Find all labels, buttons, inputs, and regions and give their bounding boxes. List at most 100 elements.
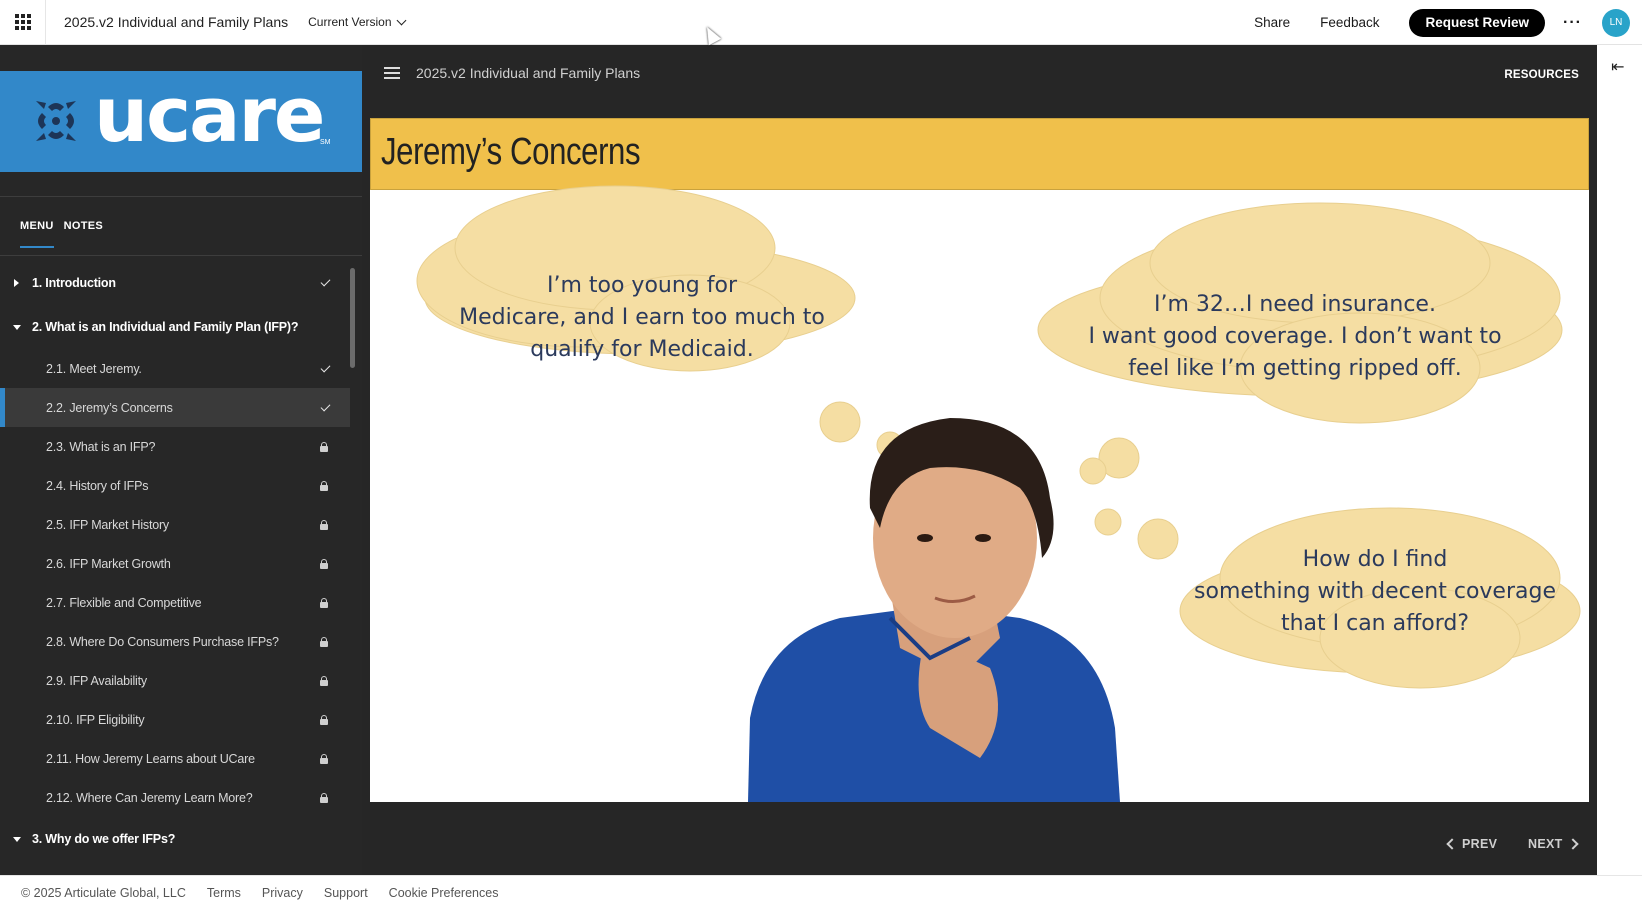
privacy-link[interactable]: Privacy [262, 886, 303, 900]
bubble-3-line-3: that I can afford? [1280, 611, 1470, 636]
man-thinking-illustration [748, 418, 1120, 802]
sidebar-item-ifp-market-history[interactable]: 2.5. IFP Market History [0, 505, 350, 544]
sidebar-item-what-is-an-ifp[interactable]: 2.3. What is an IFP? [0, 427, 350, 466]
menu-icon[interactable] [384, 67, 400, 82]
lock-icon [320, 753, 328, 764]
sidebar-item-meet-jeremy[interactable]: 2.1. Meet Jeremy. [0, 349, 350, 388]
divider [0, 255, 362, 256]
sidebar-item-jeremys-concerns[interactable]: 2.2. Jeremy’s Concerns [0, 388, 350, 427]
logo-wordmark: ucare [94, 70, 325, 159]
resources-button[interactable]: RESOURCES [1504, 69, 1579, 81]
feedback-button[interactable]: Feedback [1320, 15, 1379, 30]
sidebar-item-flexible-and-competitive[interactable]: 2.7. Flexible and Competitive [0, 583, 350, 622]
lock-icon [320, 480, 328, 491]
collapse-panel-icon[interactable]: ⇤ [1611, 57, 1624, 77]
sidebar-item-label: 2.6. IFP Market Growth [46, 556, 171, 571]
avatar[interactable]: LN [1602, 8, 1630, 37]
lock-icon [320, 597, 328, 608]
sidebar-item-introduction[interactable]: 1. Introduction [0, 261, 350, 305]
bubble-3-line-2: something with decent coverage [1194, 579, 1556, 604]
ucare-logo-mark-icon [36, 101, 76, 141]
tab-menu[interactable]: MENU [20, 220, 54, 248]
side-panel: ⇤ [1597, 45, 1642, 875]
sidebar-item-label: 2.11. How Jeremy Learns about UCare [46, 751, 255, 766]
sidebar-item-label: 2.9. IFP Availability [46, 673, 147, 688]
sidebar-item-label: 2.8. Where Do Consumers Purchase IFPs? [46, 634, 279, 649]
bubble-2-line-1: I’m 32…I need insurance. [1154, 292, 1436, 317]
cookie-preferences-link[interactable]: Cookie Preferences [389, 886, 499, 900]
sidebar-item-where-purchase-ifps[interactable]: 2.8. Where Do Consumers Purchase IFPs? [0, 622, 350, 661]
sidebar-item-label: 2.5. IFP Market History [46, 517, 169, 532]
bubble-2-line-2: I want good coverage. I don’t want to [1088, 324, 1502, 349]
terms-link[interactable]: Terms [207, 886, 241, 900]
bubble-1-text: I’m too young for Medicare, and I earn t… [427, 270, 857, 366]
sidebar-item-why-offer-ifps[interactable]: 3. Why do we offer IFPs? [0, 817, 350, 861]
check-icon [320, 401, 331, 411]
slide: Jeremy’s Concerns I’m too young for Medi… [370, 118, 1589, 802]
sidebar-item-label: 2.4. History of IFPs [46, 478, 149, 493]
more-options-icon[interactable]: ··· [1563, 14, 1582, 32]
bubble-3-text: How do I find something with decent cove… [1175, 544, 1575, 640]
apps-grid-button[interactable] [0, 0, 46, 45]
sidebar-item-label: 3. Why do we offer IFPs? [32, 832, 176, 846]
lock-icon [320, 636, 328, 647]
sidebar-item-what-is-ifp[interactable]: 2. What is an Individual and Family Plan… [0, 305, 350, 349]
lock-icon [320, 675, 328, 686]
sidebar-item-label: 2.7. Flexible and Competitive [46, 595, 202, 610]
course-title: 2025.v2 Individual and Family Plans [416, 65, 641, 81]
bubble-2-text: I’m 32…I need insurance. I want good cov… [1035, 289, 1555, 385]
version-label: Current Version [308, 15, 392, 29]
lock-icon [320, 792, 328, 803]
next-button[interactable]: NEXT [1528, 837, 1579, 851]
grid-icon [14, 14, 31, 30]
prev-button[interactable]: PREV [1446, 837, 1498, 851]
sidebar-item-label: 1. Introduction [32, 276, 116, 290]
sidebar-item-label: 2.1. Meet Jeremy. [46, 361, 142, 376]
request-review-button[interactable]: Request Review [1409, 8, 1546, 37]
logo-service-mark: SM [320, 139, 331, 146]
bubble-3-line-1: How do I find [1302, 547, 1448, 572]
sidebar-item-how-jeremy-learns[interactable]: 2.11. How Jeremy Learns about UCare [0, 739, 350, 778]
sidebar-item-label: 2.2. Jeremy’s Concerns [46, 400, 173, 415]
footer: © 2025 Articulate Global, LLC Terms Priv… [0, 875, 1642, 910]
sidebar-scrollbar[interactable] [350, 268, 355, 368]
bubble-2-line-3: feel like I’m getting ripped off. [1128, 356, 1462, 381]
share-button[interactable]: Share [1254, 15, 1290, 30]
slide-illustration [416, 185, 1581, 802]
lock-icon [320, 519, 328, 530]
sidebar-item-label: 2.3. What is an IFP? [46, 439, 156, 454]
sidebar-item-ifp-market-growth[interactable]: 2.6. IFP Market Growth [0, 544, 350, 583]
support-link[interactable]: Support [324, 886, 368, 900]
chevron-left-icon [1446, 838, 1458, 850]
sidebar-tabs: MENU NOTES [20, 220, 103, 248]
caret-right-icon [14, 279, 19, 287]
caret-down-icon [13, 836, 21, 842]
prev-label: PREV [1462, 837, 1498, 851]
chevron-down-icon [396, 15, 406, 25]
lock-icon [320, 714, 328, 725]
bubble-1-line-1: I’m too young for [546, 273, 738, 298]
course-outline: 1. Introduction 2. What is an Individual… [0, 261, 350, 861]
lock-icon [320, 441, 328, 452]
sidebar-item-label: 2. What is an Individual and Family Plan… [32, 320, 299, 334]
bubble-1-line-2: Medicare, and I earn too much to [459, 305, 825, 330]
sidebar-item-label: 2.12. Where Can Jeremy Learn More? [46, 790, 253, 805]
caret-down-icon [13, 324, 21, 330]
top-bar: 2025.v2 Individual and Family Plans Curr… [0, 0, 1642, 45]
sidebar-item-ifp-availability[interactable]: 2.9. IFP Availability [0, 661, 350, 700]
copyright-text: © 2025 Articulate Global, LLC [21, 886, 186, 900]
divider [0, 196, 362, 197]
version-dropdown[interactable]: Current Version [308, 15, 406, 29]
sidebar-item-where-learn-more[interactable]: 2.12. Where Can Jeremy Learn More? [0, 778, 350, 817]
document-title: 2025.v2 Individual and Family Plans [64, 14, 289, 30]
tab-notes[interactable]: NOTES [64, 220, 103, 248]
chevron-right-icon [1566, 838, 1579, 850]
sidebar-item-label: 2.10. IFP Eligibility [46, 712, 145, 727]
check-icon [320, 276, 331, 287]
check-icon [320, 362, 331, 372]
sidebar-item-history-of-ifps[interactable]: 2.4. History of IFPs [0, 466, 350, 505]
next-label: NEXT [1528, 837, 1563, 851]
course-sidebar: ucare SM MENU NOTES 1. Introduction 2. W… [0, 45, 362, 875]
sidebar-item-ifp-eligibility[interactable]: 2.10. IFP Eligibility [0, 700, 350, 739]
lock-icon [320, 558, 328, 569]
